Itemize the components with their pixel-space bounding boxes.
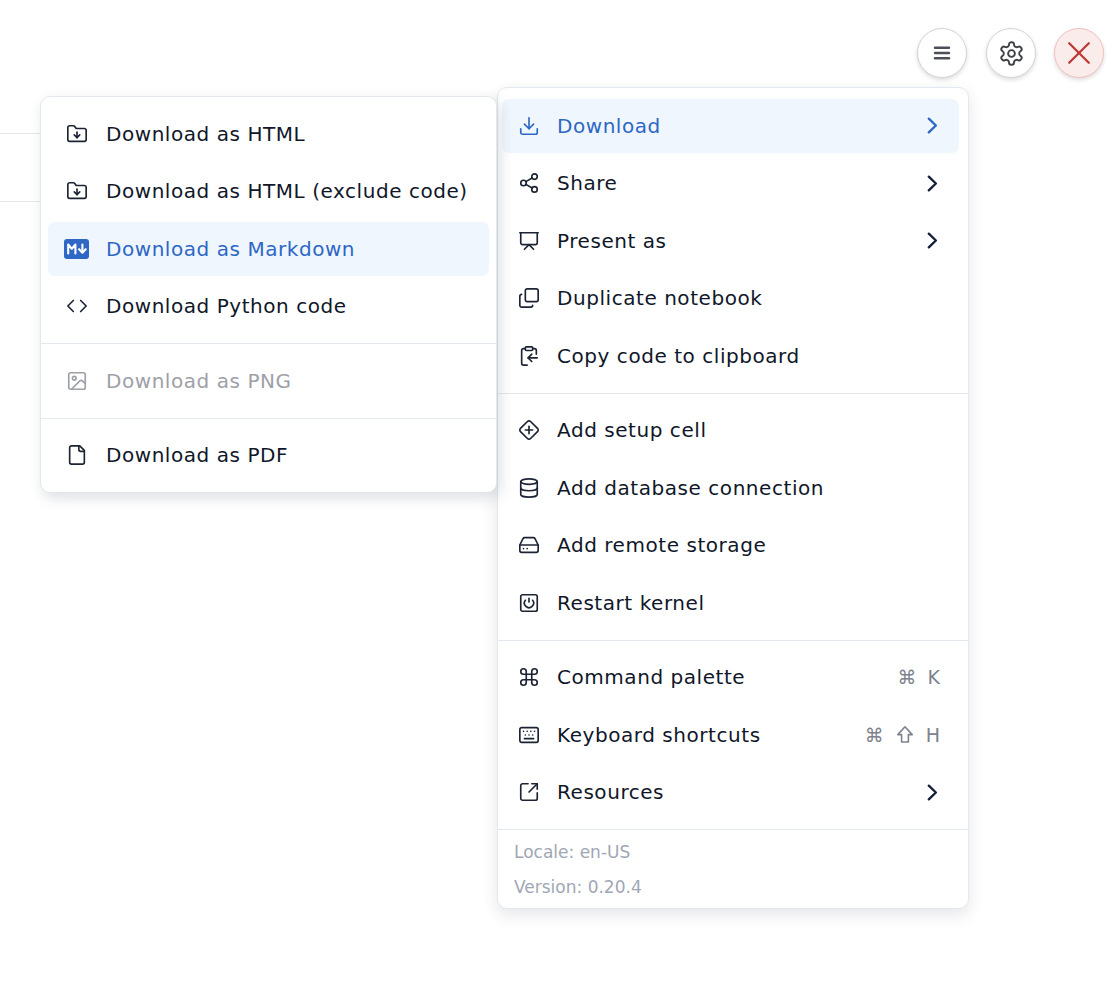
diamond-plus-icon <box>518 419 540 441</box>
menu-item-present-as[interactable]: Present as <box>502 212 959 270</box>
menu-item-label: Command palette <box>557 665 898 689</box>
keyboard-icon <box>518 724 540 746</box>
close-button[interactable] <box>1054 28 1104 78</box>
menu-item-copy-code-to-clipboard[interactable]: Copy code to clipboard <box>502 327 959 385</box>
download-icon <box>518 115 540 137</box>
file-icon <box>66 444 88 466</box>
chevron-right-icon <box>924 232 940 249</box>
menu-separator <box>498 640 968 641</box>
database-icon <box>518 477 540 499</box>
menu-item-label: Download as HTML (exclude code) <box>106 179 474 203</box>
menu-item-label: Add setup cell <box>557 418 940 442</box>
menu-item-label: Add remote storage <box>557 533 940 557</box>
menu-item-download-as-html[interactable]: Download as HTML <box>48 105 489 163</box>
menu-item-label: Resources <box>557 780 924 804</box>
x-icon <box>1066 40 1092 66</box>
copy-icon <box>518 287 540 309</box>
menu-item-label: Share <box>557 171 924 195</box>
image-icon <box>66 370 88 392</box>
hamburger-icon <box>930 41 954 65</box>
hard-drive-icon <box>518 534 540 556</box>
chevron-right-icon <box>924 117 940 134</box>
menu-item-label: Download as HTML <box>106 122 474 146</box>
background-cell-border-2 <box>0 201 41 202</box>
menu-item-share[interactable]: Share <box>502 155 959 213</box>
menu-item-restart-kernel[interactable]: Restart kernel <box>502 574 959 632</box>
folder-down-icon <box>66 123 88 145</box>
menu-item-label: Copy code to clipboard <box>557 344 940 368</box>
presentation-icon <box>518 230 540 252</box>
menu-separator <box>41 418 496 419</box>
menu-item-duplicate-notebook[interactable]: Duplicate notebook <box>502 270 959 328</box>
background-cell-border-1 <box>0 133 41 134</box>
share-icon <box>518 172 540 194</box>
settings-button[interactable] <box>986 28 1036 78</box>
menu-item-add-database-connection[interactable]: Add database connection <box>502 459 959 517</box>
gear-icon <box>998 40 1025 67</box>
menu-item-label: Keyboard shortcuts <box>557 723 865 747</box>
menu-item-label: Download as PNG <box>106 369 474 393</box>
menu-item-command-palette[interactable]: Command palette⌘K <box>502 649 959 707</box>
command-icon <box>518 666 540 688</box>
menu-item-label: Restart kernel <box>557 591 940 615</box>
locale-text: Locale: en-US <box>514 835 952 870</box>
menu-item-keyboard-shortcuts[interactable]: Keyboard shortcuts⌘H <box>502 706 959 764</box>
shift-icon <box>895 725 915 744</box>
menu-item-add-remote-storage[interactable]: Add remote storage <box>502 517 959 575</box>
markdown-download-icon <box>64 239 89 259</box>
menu-footer: Locale: en-US Version: 0.20.4 <box>498 829 968 905</box>
notebook-actions-menu: Download Share Present as Duplicate noteboo… <box>497 87 969 909</box>
menu-item-label: Download Python code <box>106 294 474 318</box>
menu-item-label: Duplicate notebook <box>557 286 940 310</box>
square-power-icon <box>518 592 540 614</box>
chevron-right-icon <box>924 175 940 192</box>
menu-item-label: Add database connection <box>557 476 940 500</box>
menu-item-download-python-code[interactable]: Download Python code <box>48 278 489 336</box>
menu-item-add-setup-cell[interactable]: Add setup cell <box>502 402 959 460</box>
external-link-icon <box>518 781 540 803</box>
folder-down-icon <box>66 180 88 202</box>
menu-item-download-as-markdown[interactable]: Download as Markdown <box>48 220 489 278</box>
menu-item-label: Download as PDF <box>106 443 474 467</box>
menu-item-download[interactable]: Download <box>502 97 959 155</box>
menu-separator <box>41 343 496 344</box>
keyboard-shortcut: ⌘H <box>865 724 940 746</box>
menu-item-download-as-pdf[interactable]: Download as PDF <box>48 427 489 485</box>
menu-item-download-as-png[interactable]: Download as PNG <box>48 352 489 410</box>
menu-separator <box>498 393 968 394</box>
notebook-menu-button[interactable] <box>917 28 967 78</box>
menu-item-download-as-html-exclude-code[interactable]: Download as HTML (exclude code) <box>48 163 489 221</box>
version-text: Version: 0.20.4 <box>514 870 952 905</box>
download-submenu: Download as HTML Download as HTML (exclud… <box>40 96 497 493</box>
menu-item-resources[interactable]: Resources <box>502 764 959 822</box>
code-icon <box>66 295 88 317</box>
clipboard-copy-icon <box>518 345 540 367</box>
menu-item-label: Present as <box>557 229 924 253</box>
keyboard-shortcut: ⌘K <box>898 666 940 688</box>
chevron-right-icon <box>924 784 940 801</box>
menu-item-label: Download <box>557 114 924 138</box>
menu-item-label: Download as Markdown <box>106 237 474 261</box>
